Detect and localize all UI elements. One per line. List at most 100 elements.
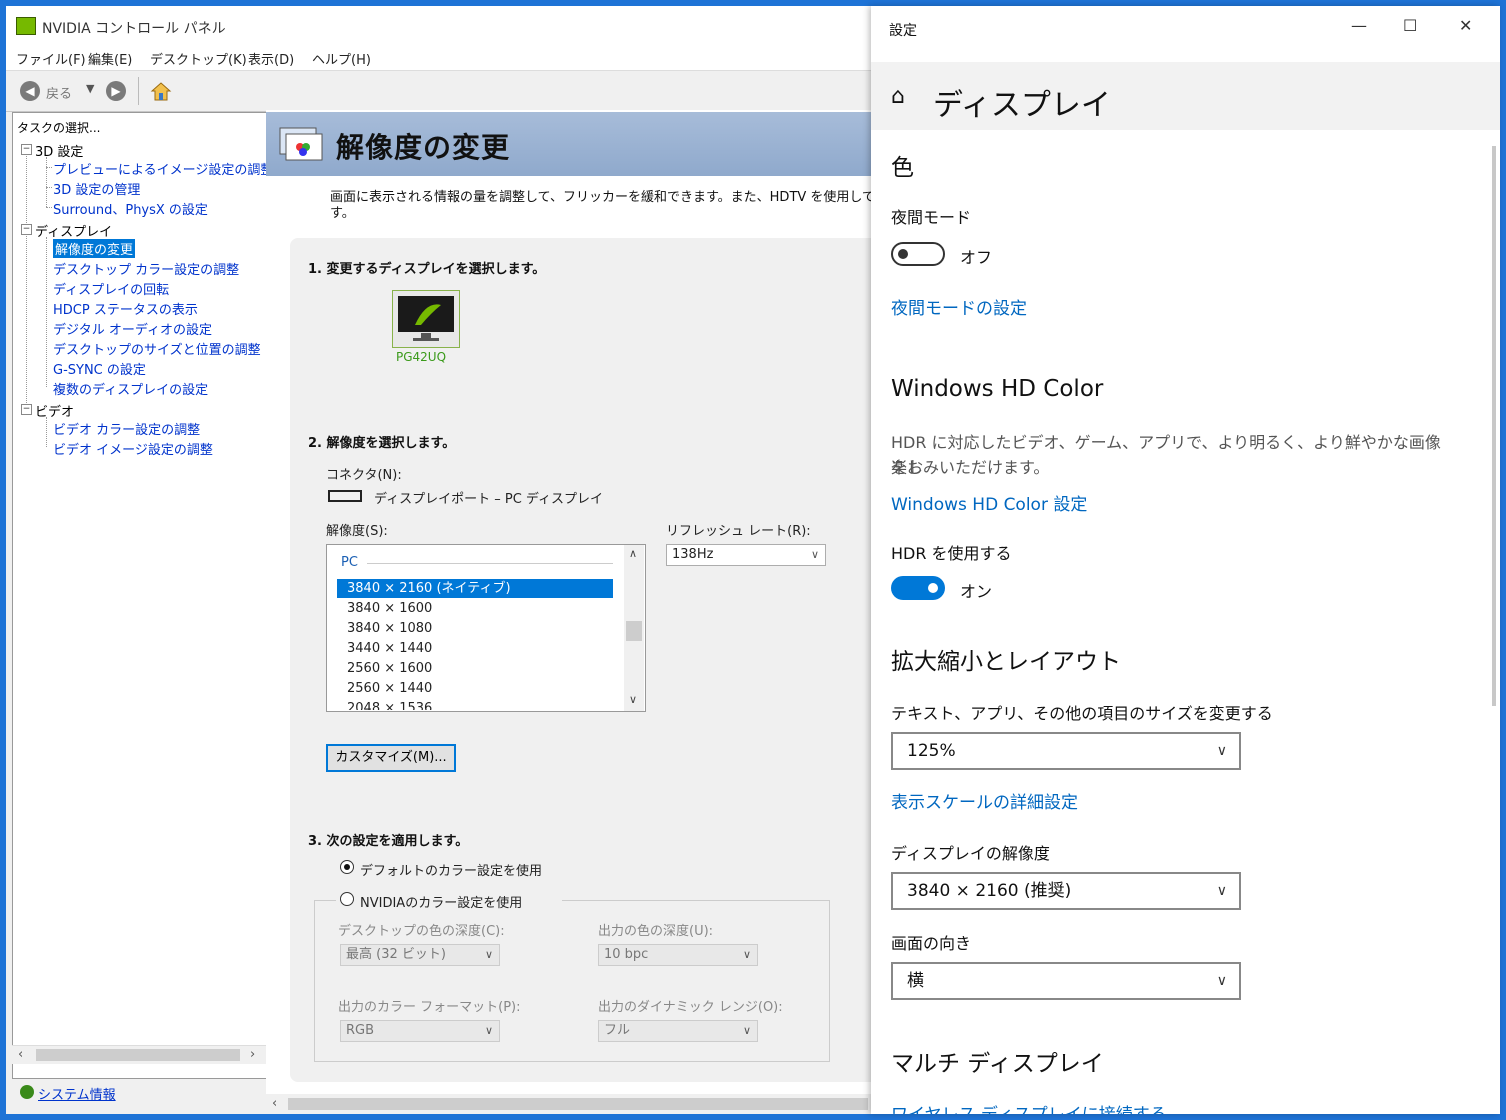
color-format-value: RGB	[346, 1023, 375, 1038]
default-color-label[interactable]: デフォルトのカラー設定を使用	[360, 860, 542, 879]
resolution-row[interactable]: 3840 × 1080	[337, 619, 613, 638]
resolution-row[interactable]: 2048 × 1536	[337, 699, 613, 710]
scroll-left-icon[interactable]: ‹	[18, 1047, 23, 1062]
customize-button[interactable]: カスタマイズ(M)...	[326, 744, 456, 772]
output-depth-label: 出力の色の深度(U):	[598, 924, 714, 939]
maximize-icon[interactable]: ☐	[1403, 16, 1417, 35]
menu-help[interactable]: ヘルプ(H)	[312, 49, 371, 68]
forward-arrow-icon[interactable]: ▶	[106, 81, 126, 101]
tree-item-preview-image[interactable]: プレビューによるイメージ設定の調整	[53, 159, 273, 178]
chevron-down-icon: ∨	[1216, 743, 1227, 759]
tree-item-multi-display[interactable]: 複数のディスプレイの設定	[53, 379, 208, 398]
wireless-display-link[interactable]: ワイヤレス ディスプレイに接続する	[891, 1100, 1167, 1114]
tree-group-3d[interactable]: 3D 設定	[35, 141, 83, 160]
tree-item-desktop-size[interactable]: デスクトップのサイズと位置の調整	[53, 339, 261, 358]
scroll-thumb[interactable]	[36, 1049, 240, 1061]
back-label[interactable]: 戻る	[46, 83, 72, 102]
resolution-value: 3840 × 2160 (推奨)	[907, 881, 1072, 901]
system-info-label[interactable]: システム情報	[38, 1088, 116, 1103]
tree-item-change-resolution[interactable]: 解像度の変更	[53, 239, 136, 258]
dynamic-range-select[interactable]: フル ∨	[598, 1020, 758, 1042]
home-icon[interactable]: ⌂	[891, 84, 905, 109]
resolution-label: ディスプレイの解像度	[891, 844, 1050, 863]
resolution-list[interactable]: PC 3840 × 2160 (ネイティブ) 3840 × 1600 3840 …	[326, 544, 646, 712]
orientation-select[interactable]: 横 ∨	[891, 962, 1241, 1000]
night-mode-toggle[interactable]	[891, 242, 945, 266]
tree-line	[46, 157, 47, 207]
scroll-down-icon[interactable]: ∨	[629, 693, 637, 706]
advanced-scale-link[interactable]: 表示スケールの詳細設定	[891, 788, 1078, 813]
tree-item-desktop-color[interactable]: デスクトップ カラー設定の調整	[53, 259, 239, 278]
settings-page-title: ディスプレイ	[933, 88, 1111, 123]
tree-horizontal-scrollbar[interactable]: ‹ ›	[12, 1045, 266, 1064]
tree-item-gsync[interactable]: G-SYNC の設定	[53, 359, 146, 378]
orientation-label: 画面の向き	[891, 934, 972, 953]
hd-color-settings-link[interactable]: Windows HD Color 設定	[891, 490, 1087, 515]
tree-group-video[interactable]: ビデオ	[35, 401, 74, 420]
tree-line	[46, 187, 52, 188]
toolbar-divider	[138, 77, 139, 105]
night-mode-settings-link[interactable]: 夜間モードの設定	[891, 294, 1027, 319]
desktop-depth-select[interactable]: 最高 (32 ビット) ∨	[340, 944, 500, 966]
collapse-icon[interactable]: −	[21, 224, 32, 235]
tree-item-rotate-display[interactable]: ディスプレイの回転	[53, 279, 169, 298]
settings-scrollbar[interactable]	[1492, 146, 1496, 706]
tree-item-video-image[interactable]: ビデオ イメージ設定の調整	[53, 439, 213, 458]
task-tree: タスクの選択... − 3D 設定 プレビューによるイメージ設定の調整 3D 設…	[12, 112, 273, 1079]
hdr-description-line2: 楽しみいただけます。	[891, 458, 1050, 477]
scale-select[interactable]: 125% ∨	[891, 732, 1241, 770]
resolution-group-label: PC	[341, 555, 358, 570]
refresh-rate-select[interactable]: 138Hz ∨	[666, 544, 826, 566]
resolution-row[interactable]: 3440 × 1440	[337, 639, 613, 658]
default-color-radio[interactable]	[340, 860, 354, 874]
collapse-icon[interactable]: −	[21, 404, 32, 415]
tree-line	[46, 237, 47, 387]
scroll-left-icon[interactable]: ‹	[272, 1096, 277, 1111]
resolution-row[interactable]: 3840 × 1600	[337, 599, 613, 618]
tree-item-surround-physx[interactable]: Surround、PhysX の設定	[53, 199, 208, 218]
tree-item-hdcp-status[interactable]: HDCP ステータスの表示	[53, 299, 198, 318]
refresh-rate-label: リフレッシュ レート(R):	[666, 524, 811, 539]
scroll-thumb[interactable]	[626, 621, 642, 641]
color-format-select[interactable]: RGB ∨	[340, 1020, 500, 1042]
hdr-toggle[interactable]	[891, 576, 945, 600]
resolution-row[interactable]: 2560 × 1600	[337, 659, 613, 678]
resolution-select[interactable]: 3840 × 2160 (推奨) ∨	[891, 872, 1241, 910]
task-tree-header: タスクの選択...	[17, 121, 101, 135]
menu-view[interactable]: 表示(D)	[248, 49, 294, 68]
multi-display-heading: マルチ ディスプレイ	[891, 1051, 1104, 1077]
page-banner: 解像度の変更	[266, 112, 876, 176]
close-icon[interactable]: ✕	[1459, 16, 1472, 35]
scroll-thumb[interactable]	[288, 1098, 868, 1110]
menu-edit[interactable]: 編集(E)	[88, 49, 132, 68]
tree-item-video-color[interactable]: ビデオ カラー設定の調整	[53, 419, 200, 438]
tree-line	[46, 167, 52, 168]
text-size-label: テキスト、アプリ、その他の項目のサイズを変更する	[891, 704, 1273, 723]
desktop-depth-label: デスクトップの色の深度(C):	[338, 924, 505, 939]
nvidia-color-label[interactable]: NVIDIAのカラー設定を使用	[360, 892, 522, 911]
back-arrow-icon[interactable]: ◀	[20, 81, 40, 101]
history-dropdown-icon[interactable]: ▼	[86, 82, 94, 95]
menu-desktop[interactable]: デスクトップ(K)	[150, 49, 247, 68]
menu-file[interactable]: ファイル(F)	[16, 49, 86, 68]
collapse-icon[interactable]: −	[21, 144, 32, 155]
orientation-value: 横	[907, 971, 924, 991]
resolution-row[interactable]: 3840 × 2160 (ネイティブ)	[337, 579, 613, 598]
scroll-up-icon[interactable]: ∧	[629, 547, 637, 560]
resolution-row[interactable]: 2560 × 1440	[337, 679, 613, 698]
tree-item-digital-audio[interactable]: デジタル オーディオの設定	[53, 319, 212, 338]
resolution-list-scrollbar[interactable]: ∧ ∨	[624, 545, 644, 711]
output-depth-select[interactable]: 10 bpc ∨	[598, 944, 758, 966]
system-info-link[interactable]: システム情報	[20, 1084, 116, 1103]
home-icon[interactable]	[150, 80, 172, 102]
nvidia-color-radio[interactable]	[340, 892, 354, 906]
nvidia-logo-icon	[16, 17, 36, 35]
tree-item-manage-3d[interactable]: 3D 設定の管理	[53, 179, 140, 198]
display-select-tile[interactable]	[392, 290, 460, 348]
scroll-right-icon[interactable]: ›	[250, 1047, 255, 1062]
color-format-label: 出力のカラー フォーマット(P):	[338, 1000, 521, 1015]
minimize-icon[interactable]: —	[1351, 16, 1367, 35]
nvidia-window-title: NVIDIA コントロール パネル	[42, 21, 226, 37]
main-horizontal-scrollbar[interactable]: ‹	[266, 1094, 876, 1114]
settings-window-title: 設定	[889, 23, 917, 39]
